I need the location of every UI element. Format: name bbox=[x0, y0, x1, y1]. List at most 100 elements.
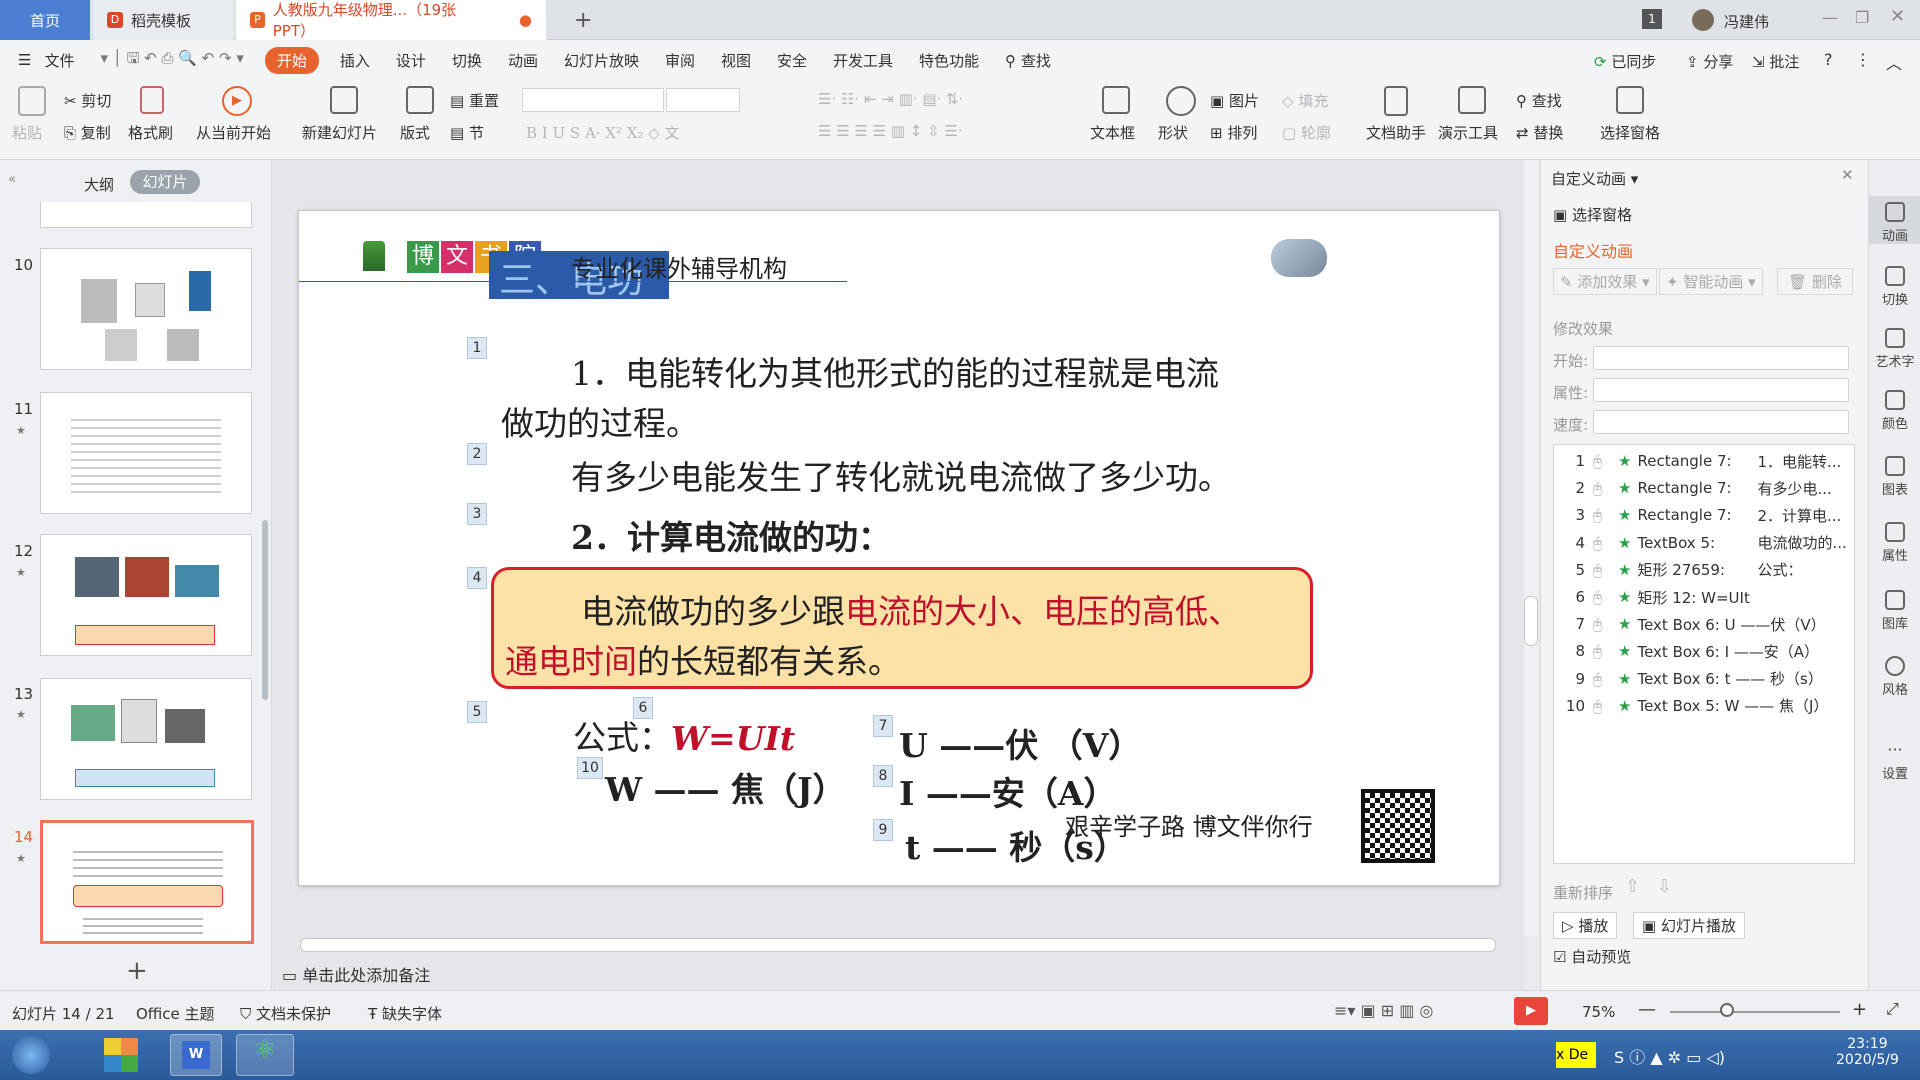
collapse-ribbon-icon[interactable]: ︿ bbox=[1886, 50, 1902, 74]
pane-title[interactable]: 自定义动画 ▾ bbox=[1551, 168, 1638, 189]
smart-animation-button[interactable]: ✦ 智能动画 ▾ bbox=[1659, 268, 1763, 295]
menu-slideshow[interactable]: 幻灯片放映 bbox=[551, 50, 652, 71]
menu-special[interactable]: 特色功能 bbox=[906, 50, 992, 71]
tab-outline[interactable]: 大纲 bbox=[84, 174, 114, 195]
fill-button[interactable]: ◇ 填充 bbox=[1282, 90, 1328, 111]
play-icon[interactable]: ▶ bbox=[222, 86, 252, 116]
anim-tag[interactable]: 10 bbox=[577, 757, 603, 779]
notes-area[interactable]: ▭ 单击此处添加备注 bbox=[282, 962, 430, 986]
cut-button[interactable]: ✂ 剪切 bbox=[64, 90, 111, 111]
missing-font-status[interactable]: Ŧ 缺失字体 bbox=[368, 1003, 442, 1024]
play-button[interactable]: ▷ 播放 bbox=[1553, 912, 1618, 939]
protect-status[interactable]: ⛉ 文档未保护 bbox=[240, 1003, 331, 1024]
minimize-icon[interactable]: — bbox=[1822, 8, 1838, 27]
property-select[interactable] bbox=[1593, 378, 1849, 402]
slide[interactable]: 博 文 书 院 三、电功 专业化课外辅导机构 1 1．电能转化为其他形式的能的过… bbox=[298, 210, 1500, 886]
horizontal-scrollbar[interactable] bbox=[300, 938, 1496, 952]
taskbar-app-atom[interactable]: ⚛ bbox=[236, 1034, 294, 1076]
font-name-select[interactable] bbox=[522, 88, 664, 112]
slideshow-play-button[interactable]: ▶ bbox=[1514, 997, 1548, 1025]
shape-button[interactable]: 形状 bbox=[1158, 122, 1188, 143]
slide-thumb-10[interactable] bbox=[40, 248, 252, 370]
replace-button[interactable]: ⇄ 替换 bbox=[1516, 122, 1563, 143]
avatar[interactable] bbox=[1692, 9, 1714, 31]
zoom-slider-thumb[interactable] bbox=[1720, 1003, 1734, 1017]
sidebar-animation[interactable]: 动画 bbox=[1869, 196, 1920, 244]
pane-close-icon[interactable]: ✕ bbox=[1841, 166, 1854, 184]
taskbar-app-wps[interactable]: W bbox=[170, 1034, 222, 1076]
more-icon[interactable]: ⋮ bbox=[1855, 50, 1871, 69]
hamburger-icon[interactable]: ☰ bbox=[0, 51, 44, 69]
theme-name[interactable]: Office 主题 bbox=[136, 1003, 215, 1024]
reset-button[interactable]: ▤ 重置 bbox=[450, 90, 499, 111]
list-buttons[interactable]: ☰· ☷· ⇤ ⇥ ▥· ▤· ⇅· bbox=[818, 90, 963, 108]
annotate-button[interactable]: ⇲ 批注 bbox=[1752, 51, 1799, 72]
zoom-out-icon[interactable]: — bbox=[1638, 999, 1656, 1020]
doc-assistant-button[interactable]: 文档助手 bbox=[1366, 122, 1426, 143]
slide-thumb-14-selected[interactable] bbox=[40, 820, 254, 944]
menu-review[interactable]: 审阅 bbox=[652, 50, 708, 71]
anim-tag[interactable]: 4 bbox=[467, 567, 487, 589]
animation-item[interactable]: 2 🖰 ★ Rectangle 7: 有多少电... bbox=[1559, 475, 1859, 501]
slide-thumb-13[interactable] bbox=[40, 678, 252, 800]
menu-transition[interactable]: 切换 bbox=[439, 50, 495, 71]
delete-button[interactable]: 🗑 删除 bbox=[1777, 268, 1853, 295]
new-slide-icon[interactable] bbox=[330, 86, 358, 114]
animation-item[interactable]: 3 🖰 ★ Rectangle 7: 2．计算电... bbox=[1559, 502, 1859, 528]
font-style-buttons[interactable]: B I U S A· X² X₂ ◇ 文 bbox=[526, 122, 680, 143]
find-button[interactable]: ⚲ 查找 bbox=[1516, 90, 1562, 111]
zoom-slider[interactable] bbox=[1670, 1011, 1840, 1013]
play-from-current-button[interactable]: 从当前开始 bbox=[196, 122, 271, 143]
shape-icon[interactable] bbox=[1166, 86, 1196, 116]
ime-indicator[interactable]: x De bbox=[1556, 1042, 1596, 1068]
menu-start[interactable]: 开始 bbox=[264, 46, 319, 74]
tray-icons[interactable]: S ⓘ ▲ ✲ ▭ ◁) bbox=[1614, 1044, 1725, 1068]
layout-button[interactable]: 版式 bbox=[400, 122, 430, 143]
slide-thumb-12[interactable] bbox=[40, 534, 252, 656]
share-button[interactable]: ⇪ 分享 bbox=[1686, 51, 1733, 72]
menu-developer[interactable]: 开发工具 bbox=[820, 50, 906, 71]
menu-file[interactable]: 文件 bbox=[44, 50, 87, 71]
collapse-panel-icon[interactable]: « bbox=[8, 172, 16, 187]
picture-button[interactable]: ▣ 图片 bbox=[1210, 90, 1259, 111]
animation-item[interactable]: 8 🖰 ★ Text Box 6: I ——安（A） bbox=[1559, 638, 1859, 664]
sidebar-color[interactable]: 颜色 bbox=[1869, 390, 1920, 432]
taskbar-app-office[interactable] bbox=[104, 1038, 138, 1072]
zoom-in-icon[interactable]: + bbox=[1852, 999, 1867, 1020]
text-box-button[interactable]: 文本框 bbox=[1090, 122, 1135, 143]
slide-thumb-9[interactable] bbox=[40, 202, 252, 228]
section-button[interactable]: ▤ 节 bbox=[450, 122, 484, 143]
new-tab-button[interactable]: + bbox=[560, 0, 606, 40]
menu-animation[interactable]: 动画 bbox=[495, 50, 551, 71]
new-slide-button[interactable]: 新建幻灯片 bbox=[302, 122, 377, 143]
slideshow-button[interactable]: ▣ 幻灯片播放 bbox=[1633, 912, 1745, 939]
menu-view[interactable]: 视图 bbox=[708, 50, 764, 71]
paste-button[interactable]: 粘贴 bbox=[12, 122, 42, 143]
doc-assistant-icon[interactable] bbox=[1384, 86, 1408, 116]
vertical-scrollbar[interactable] bbox=[1524, 160, 1538, 936]
select-pane-button[interactable]: 选择窗格 bbox=[1600, 122, 1660, 143]
sidebar-settings[interactable]: ··· 设置 bbox=[1869, 740, 1920, 782]
menu-insert[interactable]: 插入 bbox=[327, 50, 383, 71]
add-effect-button[interactable]: ✎ 添加效果 ▾ bbox=[1553, 268, 1657, 295]
animation-item[interactable]: 1 🖰 ★ Rectangle 7: 1．电能转... bbox=[1559, 448, 1859, 474]
window-count-badge[interactable]: 1 bbox=[1642, 9, 1662, 29]
format-painter-button[interactable]: 格式刷 bbox=[128, 122, 173, 143]
sidebar-gallery[interactable]: 图库 bbox=[1869, 590, 1920, 632]
anim-tag[interactable]: 7 bbox=[873, 715, 893, 737]
outline-button[interactable]: ▢ 轮廓 bbox=[1282, 122, 1331, 143]
sidebar-transition[interactable]: 切换 bbox=[1869, 266, 1920, 308]
select-pane-link[interactable]: ▣ 选择窗格 bbox=[1553, 204, 1632, 225]
text-box-icon[interactable] bbox=[1102, 86, 1130, 114]
format-painter-icon[interactable] bbox=[140, 86, 164, 114]
menu-search[interactable]: ⚲ 查找 bbox=[992, 50, 1064, 71]
menu-design[interactable]: 设计 bbox=[383, 50, 439, 71]
clock[interactable]: 23:19 2020/5/9 bbox=[1836, 1036, 1899, 1068]
speed-select[interactable] bbox=[1593, 410, 1849, 434]
move-down-icon[interactable]: ⇩ bbox=[1657, 876, 1672, 897]
animation-item[interactable]: 9 🖰 ★ Text Box 6: t —— 秒（s） bbox=[1559, 666, 1859, 692]
start-button[interactable] bbox=[12, 1036, 50, 1074]
anim-tag[interactable]: 3 bbox=[467, 503, 487, 525]
anim-tag[interactable]: 9 bbox=[873, 819, 893, 841]
present-tools-icon[interactable] bbox=[1458, 86, 1486, 114]
